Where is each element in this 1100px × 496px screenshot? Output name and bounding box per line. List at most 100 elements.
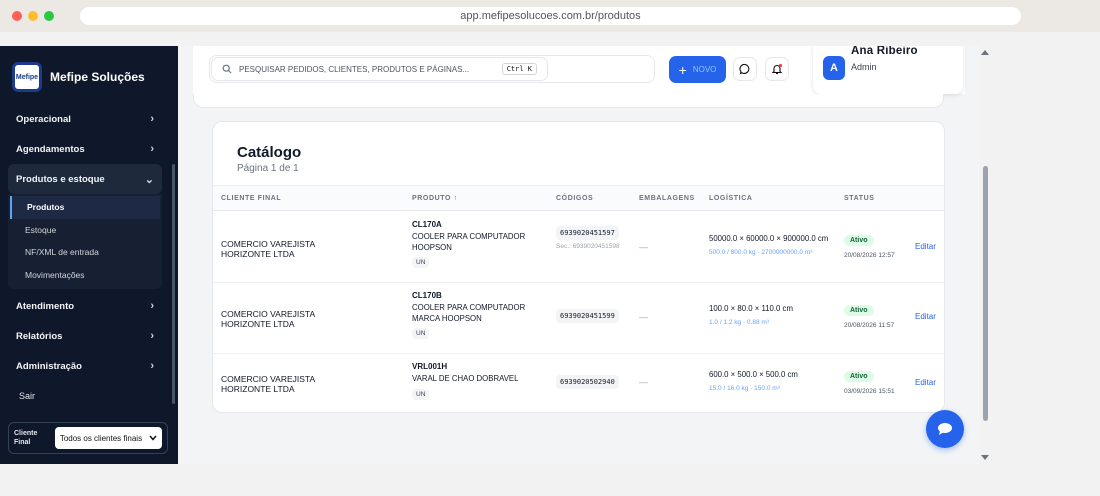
sidebar-subitem-movimentacoes[interactable]: Movimentações: [8, 264, 162, 287]
search-icon: [222, 64, 232, 74]
sidebar-item-label: Atendimento: [16, 300, 75, 312]
table-row: COMERCIO VAREJISTA HORIZONTE LTDA CL170B…: [213, 283, 944, 354]
scroll-down-icon[interactable]: [980, 454, 990, 462]
sidebar-item-administracao[interactable]: Administração ›: [8, 351, 162, 381]
sidebar-scrollbar[interactable]: [172, 164, 175, 404]
user-role: Admin: [851, 62, 877, 72]
column-header-produto[interactable]: PRODUTO ↑: [412, 195, 458, 202]
status-cell: Ativo 03/09/2026 15:51: [844, 370, 895, 395]
browser-chrome: app.mefipesolucoes.com.br/produtos: [0, 0, 1100, 32]
sidebar-subitem-estoque[interactable]: Estoque: [8, 219, 162, 242]
status-date: 03/09/2026 15:51: [844, 388, 895, 395]
search-placeholder: PESQUISAR PEDIDOS, CLIENTES, PRODUTOS E …: [239, 64, 470, 74]
user-menu[interactable]: A Ana Ribeiro Admin: [813, 46, 963, 94]
search-input[interactable]: PESQUISAR PEDIDOS, CLIENTES, PRODUTOS E …: [211, 57, 548, 81]
codes-cell: 6939020451597 Sec.: 6939020451598: [556, 226, 626, 251]
avatar: A: [823, 56, 845, 80]
logout-link[interactable]: Sair: [8, 381, 162, 411]
weight-volume: 15.0 / 16.0 kg · 150.0 m³: [709, 385, 780, 392]
sidebar-item-label: Administração: [16, 360, 82, 372]
unit-badge: UN: [412, 328, 430, 339]
message-icon: [739, 63, 750, 75]
client-filter: Cliente Final Todos os clientes finais: [8, 422, 168, 454]
column-header-embalagens[interactable]: EMBALAGENS: [639, 195, 695, 202]
window-controls: [12, 11, 54, 21]
main-content: PESQUISAR PEDIDOS, CLIENTES, PRODUTOS E …: [178, 46, 980, 464]
product-description: VARAL DE CHAO DOBRAVEL: [412, 374, 519, 383]
chevron-right-icon: ›: [150, 300, 154, 312]
client-filter-label: Cliente Final: [14, 430, 38, 446]
maximize-window-button[interactable]: [44, 11, 54, 21]
chevron-right-icon: ›: [150, 330, 154, 342]
chevron-down-icon: ⌄: [144, 173, 154, 186]
sidebar-subitem-nf-xml[interactable]: NF/XML de entrada: [8, 241, 162, 264]
client-filter-value: Todos os clientes finais: [59, 433, 143, 443]
support-chat-button[interactable]: [926, 410, 964, 448]
user-name: Ana Ribeiro: [851, 46, 918, 57]
catalog-card: Catálogo Página 1 de 1 CLIENTE FINAL PRO…: [212, 121, 945, 413]
sidebar-item-operacional[interactable]: Operacional ›: [8, 104, 162, 134]
brand-name: Mefipe Soluções: [50, 70, 145, 84]
logistics-cell: 600.0 × 500.0 × 500.0 cm 15.0 / 16.0 kg …: [709, 370, 798, 392]
status-cell: Ativo 20/08/2026 11:57: [844, 304, 894, 329]
status-date: 20/08/2026 11:57: [844, 322, 895, 329]
chat-bubble-icon: [938, 423, 952, 435]
sidebar-submenu: Produtos Estoque NF/XML de entrada Movim…: [8, 194, 162, 289]
ean-code: 6939020451597: [556, 226, 619, 240]
address-bar[interactable]: app.mefipesolucoes.com.br/produtos: [80, 7, 1021, 25]
client-filter-select[interactable]: Todos os clientes finais: [54, 427, 162, 449]
app: Mefipe Mefipe Soluções Operacional › Age…: [0, 46, 980, 464]
sidebar-subitem-produtos[interactable]: Produtos: [10, 196, 160, 219]
page-indicator: Página 1 de 1: [237, 163, 299, 174]
packaging-value: —: [639, 242, 648, 252]
page-scrollbar-thumb[interactable]: [983, 166, 988, 421]
ean-code: 6939020451599: [556, 309, 619, 323]
packaging-value: —: [639, 312, 648, 322]
packaging-value: —: [639, 377, 648, 387]
filters-card-edge: [193, 94, 944, 108]
sidebar-item-label: Relatórios: [16, 330, 63, 342]
product-cell: CL170A COOLER PARA COMPUTADOR HOOPSON UN: [412, 220, 547, 268]
status-badge: Ativo: [844, 371, 874, 382]
sidebar-item-agendamentos[interactable]: Agendamentos ›: [8, 134, 162, 164]
status-badge: Ativo: [844, 305, 874, 316]
logistics-cell: 100.0 × 80.0 × 110.0 cm 1.0 / 1.2 kg · 0…: [709, 304, 793, 326]
plus-icon: +: [678, 61, 687, 78]
sidebar-item-label: Operacional: [16, 113, 71, 125]
unit-badge: UN: [412, 257, 430, 268]
sidebar-item-atendimento[interactable]: Atendimento ›: [8, 291, 162, 321]
product-code: CL170B: [412, 291, 442, 300]
product-description: COOLER PARA COMPUTADOR MARCA HOOPSON: [412, 303, 526, 323]
column-header-cliente-final[interactable]: CLIENTE FINAL: [221, 195, 281, 202]
client-name: COMERCIO VAREJISTA HORIZONTE LTDA: [221, 309, 315, 329]
product-code: VRL001H: [412, 362, 448, 371]
column-header-logistica[interactable]: LOGÍSTICA: [709, 195, 753, 202]
table-row: COMERCIO VAREJISTA HORIZONTE LTDA CL170A…: [213, 212, 944, 283]
minimize-window-button[interactable]: [28, 11, 38, 21]
table-header: CLIENTE FINAL PRODUTO ↑ CÓDIGOS EMBALAGE…: [213, 185, 944, 211]
sidebar-nav: Operacional › Agendamentos › Produtos e …: [8, 104, 162, 411]
brand[interactable]: Mefipe Mefipe Soluções: [12, 62, 145, 92]
client-name: COMERCIO VAREJISTA HORIZONTE LTDA: [221, 239, 315, 259]
scroll-up-icon[interactable]: [980, 48, 990, 56]
page-title: Catálogo: [237, 144, 302, 161]
status-cell: Ativo 20/08/2026 12:57: [844, 234, 895, 259]
codes-cell: 6939020502940: [556, 375, 626, 389]
column-header-codigos[interactable]: CÓDIGOS: [556, 195, 593, 202]
sidebar-item-relatorios[interactable]: Relatórios ›: [8, 321, 162, 351]
new-button[interactable]: + NOVO: [669, 56, 726, 83]
sidebar: Mefipe Mefipe Soluções Operacional › Age…: [0, 46, 178, 464]
product-code: CL170A: [412, 220, 442, 229]
chat-button[interactable]: [733, 57, 757, 81]
column-header-status[interactable]: STATUS: [844, 195, 875, 202]
sidebar-item-produtos-e-estoque[interactable]: Produtos e estoque ⌄: [8, 164, 162, 194]
edit-link[interactable]: Editar: [915, 242, 936, 251]
notifications-button[interactable]: [765, 57, 789, 81]
product-cell: CL170B COOLER PARA COMPUTADOR MARCA HOOP…: [412, 291, 547, 339]
edit-link[interactable]: Editar: [915, 378, 936, 387]
dimensions: 600.0 × 500.0 × 500.0 cm: [709, 370, 798, 379]
edit-link[interactable]: Editar: [915, 312, 936, 321]
chevron-right-icon: ›: [150, 143, 154, 155]
top-bar: PESQUISAR PEDIDOS, CLIENTES, PRODUTOS E …: [193, 46, 965, 94]
close-window-button[interactable]: [12, 11, 22, 21]
